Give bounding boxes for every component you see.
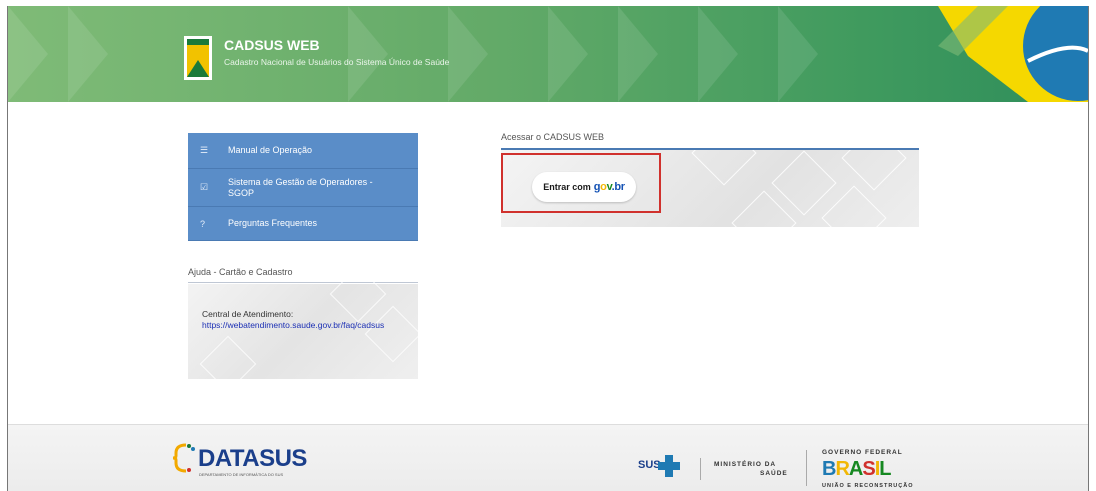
menu-item-label: Perguntas Frequentes <box>228 218 318 228</box>
background-pattern <box>691 150 757 186</box>
help-link[interactable]: https://webatendimento.saude.gov.br/faq/… <box>202 320 384 330</box>
uniao-reconstrucao-label: UNIÃO E RECONSTRUÇÃO <box>822 483 914 489</box>
datasus-wordmark: DATASUS <box>198 445 307 472</box>
ministerio-line2: SAÚDE <box>760 470 788 477</box>
background-pattern <box>771 150 837 216</box>
login-govbr-button[interactable]: Entrar com gov.br <box>532 172 636 202</box>
brasil-logo: BRASIL <box>822 458 892 480</box>
chevron-decoration <box>618 6 658 102</box>
datasus-brackets-icon <box>172 443 195 473</box>
menu-item-manual[interactable]: ☰ Manual de Operação <box>188 133 418 169</box>
datasus-subtitle: DEPARTAMENTO DE INFORMÁTICA DO SUS <box>199 472 284 477</box>
menu-item-faq[interactable]: ? Perguntas Frequentes <box>188 207 418 241</box>
app-subtitle: Cadastro Nacional de Usuários do Sistema… <box>224 57 450 67</box>
govbr-logo: gov.br <box>593 181 625 193</box>
app-title: CADSUS WEB <box>224 37 320 53</box>
ministerio-line1: MINISTÉRIO DA <box>714 461 777 468</box>
checkbox-icon: ☑ <box>200 182 209 192</box>
menu-item-label: Manual de Operação <box>228 145 313 155</box>
help-section-title: Ajuda - Cartão e Cadastro <box>188 267 293 277</box>
chevron-decoration <box>348 6 388 102</box>
sus-cross-icon <box>658 455 680 477</box>
background-pattern <box>841 150 907 191</box>
divider <box>806 450 807 486</box>
brazil-flag-decoration <box>938 6 1088 102</box>
login-button-label: Entrar com <box>543 182 591 192</box>
menu-item-label: Sistema de Gestão de Operadores - SGOP <box>228 176 373 198</box>
divider <box>188 282 418 283</box>
help-label: Central de Atendimento: <box>202 309 294 319</box>
background-pattern <box>821 185 887 227</box>
datasus-logo: DATASUS DEPARTAMENTO DE INFORMÁTICA DO S… <box>172 443 307 478</box>
chevron-decoration <box>68 6 108 102</box>
access-section-title: Acessar o CADSUS WEB <box>501 132 605 142</box>
list-icon: ☰ <box>200 145 209 155</box>
chevron-decoration <box>8 6 48 102</box>
side-menu: ☰ Manual de Operação ☑ Sistema de Gestão… <box>188 133 418 241</box>
chevron-decoration <box>778 6 818 102</box>
divider <box>700 458 701 480</box>
question-icon: ? <box>200 218 206 229</box>
background-pattern <box>364 305 422 363</box>
chevron-decoration <box>448 6 488 102</box>
governo-federal-label: GOVERNO FEDERAL <box>822 449 903 456</box>
page-footer <box>8 425 1088 491</box>
chevron-decoration <box>698 6 738 102</box>
help-panel: Central de Atendimento: https://webatend… <box>188 265 422 393</box>
menu-item-sgop[interactable]: ☑ Sistema de Gestão de Operadores - SGOP <box>188 169 418 207</box>
page-header: CADSUS WEB Cadastro Nacional de Usuários… <box>8 6 1088 102</box>
cadsus-logo-icon <box>184 36 212 80</box>
chevron-decoration <box>548 6 588 102</box>
